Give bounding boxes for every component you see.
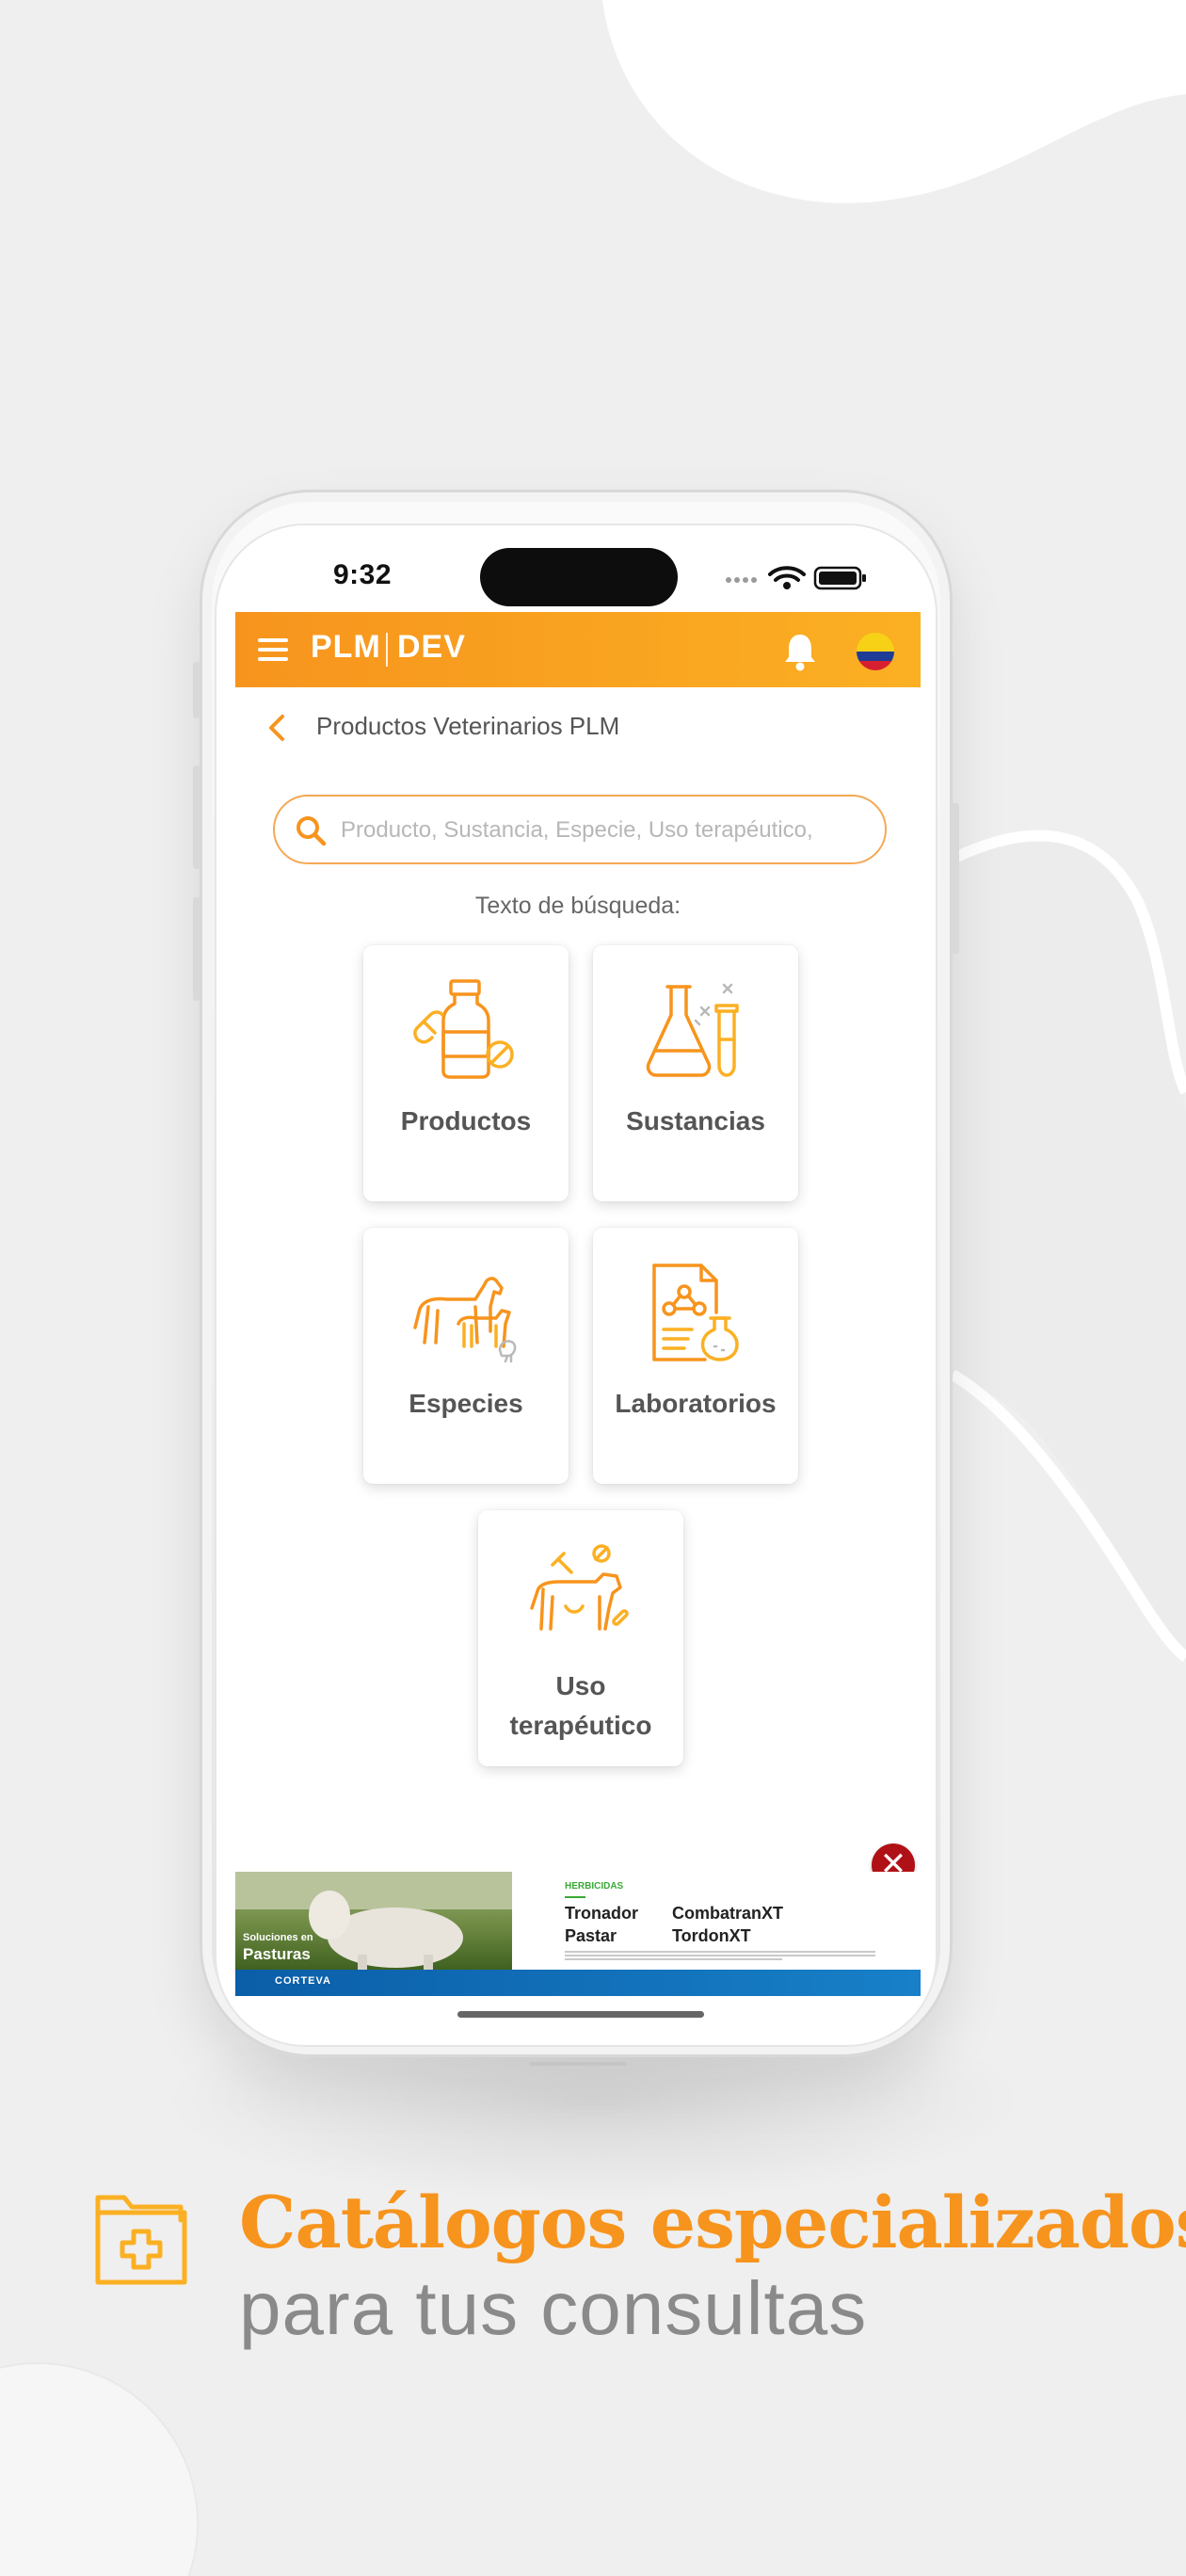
category-card-sustancias[interactable]: Sustancias [593,945,798,1201]
phone-screen: 9:32 PLM DEV Productos Veterinarios PLM … [215,523,938,2047]
category-card-especies[interactable]: Especies [363,1228,569,1484]
ad-product: CombatranXT [672,1904,784,1923]
promo-subheadline: para tus consultas [239,2266,868,2350]
ad-product: Tronador [565,1904,639,1923]
ad-brand: CORTEVA [275,1975,331,1987]
app-bar: PLM DEV [235,612,921,687]
status-time: 9:32 [333,559,393,590]
medicine-bottle-icon [413,979,514,1079]
ad-photo: Soluciones en Pasturas [235,1872,512,1970]
lab-document-icon [652,1264,739,1361]
ad-fine-print [565,1951,875,1964]
colombia-flag-icon[interactable] [857,633,894,670]
phone-bottom-edge [529,2062,627,2066]
volume-down-button [193,897,200,1001]
ad-tag-underline [565,1896,585,1898]
app-logo: PLM [311,629,381,665]
battery-icon [813,566,866,590]
search-input[interactable] [341,810,868,851]
ad-footer: CORTEVA [235,1970,921,1996]
back-chevron-icon[interactable] [265,714,288,742]
ad-tag: HERBICIDAS [565,1881,624,1892]
promo-headline: Catálogos especializados [239,2181,1186,2264]
medical-folder-icon [95,2195,187,2285]
farm-animals-icon [413,1277,517,1363]
hamburger-menu-icon[interactable] [258,638,288,661]
signal-icon [726,577,757,583]
environment-label: DEV [397,629,466,665]
lab-flasks-icon [646,983,739,1077]
category-label: Sustancias [626,1106,765,1135]
category-label: Laboratorios [615,1389,777,1418]
search-field[interactable] [273,795,887,864]
home-indicator [457,2011,704,2018]
ad-photo-caption-small: Soluciones en [243,1932,313,1943]
power-button [952,803,959,954]
category-card-laboratorios[interactable]: Laboratorios [593,1228,798,1484]
ad-banner[interactable]: Soluciones en Pasturas HERBICIDAS Tronad… [235,1872,921,1998]
wifi-icon [768,566,806,589]
search-hint: Texto de búsqueda: [474,893,681,919]
page-title: Productos Veterinarios PLM [316,712,620,740]
status-icons [726,566,866,590]
category-card-uso-terapeutico[interactable]: Uso terapéutico [478,1510,683,1766]
category-label: Uso terapéutico [509,1671,652,1740]
cow-treatment-icon [530,1544,629,1631]
ad-product: Pastar [565,1926,617,1945]
volume-up-button [193,765,200,869]
search-icon [296,816,327,846]
logo-separator [386,633,388,667]
category-label: Especies [409,1389,523,1418]
ad-product: TordonXT [672,1926,751,1945]
ad-photo-caption-big: Pasturas [243,1945,311,1963]
mute-switch [193,662,200,718]
category-card-productos[interactable]: Productos [363,945,569,1201]
bell-icon[interactable] [781,631,819,672]
category-label: Productos [400,1106,532,1135]
dynamic-island [480,548,678,606]
